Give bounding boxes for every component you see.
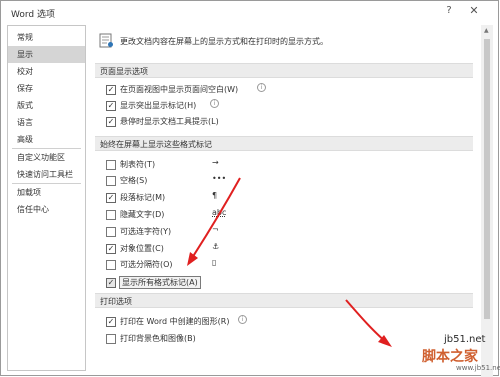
option-show-whitespace[interactable]: ✓ 在页面视图中显示页面间空白(W) i <box>106 83 306 97</box>
anchor-icon: ⚓ <box>212 242 220 251</box>
option-print-drawings[interactable]: ✓ 打印在 Word 中创建的图形(R) i <box>106 315 306 329</box>
option-hidden-text[interactable]: 隐藏文字(D) abc <box>106 208 306 222</box>
scroll-up-icon[interactable]: ▲ <box>484 27 489 34</box>
option-label: 显示突出显示标记(H) <box>120 101 197 110</box>
info-icon: i <box>257 83 266 92</box>
scroll-thumb[interactable] <box>484 39 490 319</box>
section-page-display: 页面显示选项 <box>95 63 473 78</box>
checkbox[interactable] <box>106 210 116 220</box>
watermark-site-name: 脚本之家 <box>422 349 478 365</box>
dialog-title: Word 选项 <box>11 10 55 20</box>
checkbox[interactable] <box>106 227 116 237</box>
sidebar-item-general[interactable]: 常规 <box>8 29 85 46</box>
tab-symbol-icon: → <box>212 158 219 167</box>
option-tab-characters[interactable]: 制表符(T) → <box>106 158 306 172</box>
help-button[interactable]: ? <box>442 5 456 19</box>
option-label: 悬停时显示文档工具提示(L) <box>120 117 219 126</box>
option-label: 可选连字符(Y) <box>120 227 172 236</box>
options-sidebar: 常规 显示 校对 保存 版式 语言 高级 自定义功能区 快速访问工具栏 加载项 … <box>7 25 86 371</box>
display-settings-icon <box>99 33 113 48</box>
option-label: 可选分隔符(O) <box>120 260 173 269</box>
option-optional-breaks[interactable]: 可选分隔符(O) ▯ <box>106 258 306 272</box>
watermark-domain: jb51.net <box>444 334 486 345</box>
checkbox[interactable] <box>106 176 116 186</box>
checkbox[interactable] <box>106 334 116 344</box>
sidebar-item-save[interactable]: 保存 <box>8 80 85 97</box>
watermark-url: www.jb51.net <box>456 364 500 372</box>
sidebar-item-language[interactable]: 语言 <box>8 114 85 131</box>
sidebar-item-trust-center[interactable]: 信任中心 <box>8 201 85 218</box>
option-label: 打印在 Word 中创建的图形(R) <box>120 317 230 326</box>
section-print: 打印选项 <box>95 293 473 308</box>
checkbox[interactable]: ✓ <box>106 278 116 288</box>
space-dots-icon: ••• <box>212 174 227 183</box>
option-label: 空格(S) <box>120 176 148 185</box>
option-spaces[interactable]: 空格(S) ••• <box>106 174 306 188</box>
close-button[interactable]: ✕ <box>467 4 481 18</box>
pilcrow-icon: ¶ <box>212 191 218 200</box>
optional-break-icon: ▯ <box>212 258 217 267</box>
vertical-scrollbar[interactable]: ▲ <box>481 25 493 377</box>
sidebar-item-quick-access-toolbar[interactable]: 快速访问工具栏 <box>8 166 85 183</box>
options-content: 更改文档内容在屏幕上的显示方式和在打印时的显示方式。 页面显示选项 ✓ 在页面视… <box>89 25 481 377</box>
option-label: 对象位置(C) <box>120 244 164 253</box>
title-bar: Word 选项 ? ✕ <box>1 1 498 25</box>
option-label: 在页面视图中显示页面间空白(W) <box>120 85 239 94</box>
checkbox[interactable]: ✓ <box>106 244 116 254</box>
word-options-dialog: Word 选项 ? ✕ 常规 显示 校对 保存 版式 语言 高级 自定义功能区 … <box>0 0 499 377</box>
checkbox[interactable]: ✓ <box>106 317 116 327</box>
option-optional-hyphens[interactable]: 可选连字符(Y) ¬ <box>106 225 306 239</box>
option-show-all-formatting-marks[interactable]: ✓ 显示所有格式标记(A) <box>106 276 201 290</box>
checkbox[interactable]: ✓ <box>106 117 116 127</box>
option-show-tooltips[interactable]: ✓ 悬停时显示文档工具提示(L) <box>106 115 306 129</box>
option-print-background[interactable]: 打印背景色和图像(B) <box>106 332 306 346</box>
option-label: 段落标记(M) <box>120 193 166 202</box>
section-formatting-marks: 始终在屏幕上显示这些格式标记 <box>95 136 473 151</box>
option-label: 显示所有格式标记(A) <box>119 276 201 289</box>
sidebar-item-proofing[interactable]: 校对 <box>8 63 85 80</box>
option-label: 打印背景色和图像(B) <box>120 334 196 343</box>
sidebar-item-advanced[interactable]: 高级 <box>8 131 85 148</box>
display-header: 更改文档内容在屏幕上的显示方式和在打印时的显示方式。 <box>89 25 481 57</box>
sidebar-item-customize-ribbon[interactable]: 自定义功能区 <box>8 149 85 166</box>
sidebar-item-display[interactable]: 显示 <box>8 46 85 63</box>
optional-hyphen-icon: ¬ <box>212 225 219 234</box>
display-description: 更改文档内容在屏幕上的显示方式和在打印时的显示方式。 <box>120 37 328 46</box>
checkbox[interactable] <box>106 260 116 270</box>
option-show-highlighter[interactable]: ✓ 显示突出显示标记(H) i <box>106 99 306 113</box>
info-icon: i <box>238 315 247 324</box>
option-label: 制表符(T) <box>120 160 156 169</box>
checkbox[interactable]: ✓ <box>106 85 116 95</box>
option-paragraph-marks[interactable]: ✓ 段落标记(M) ¶ <box>106 191 306 205</box>
option-object-anchors[interactable]: ✓ 对象位置(C) ⚓ <box>106 242 306 256</box>
option-label: 隐藏文字(D) <box>120 210 165 219</box>
hidden-text-icon: abc <box>212 208 227 217</box>
sidebar-item-layout[interactable]: 版式 <box>8 97 85 114</box>
info-icon: i <box>210 99 219 108</box>
checkbox[interactable]: ✓ <box>106 101 116 111</box>
checkbox[interactable] <box>106 160 116 170</box>
checkbox[interactable]: ✓ <box>106 193 116 203</box>
sidebar-item-add-ins[interactable]: 加载项 <box>8 184 85 201</box>
